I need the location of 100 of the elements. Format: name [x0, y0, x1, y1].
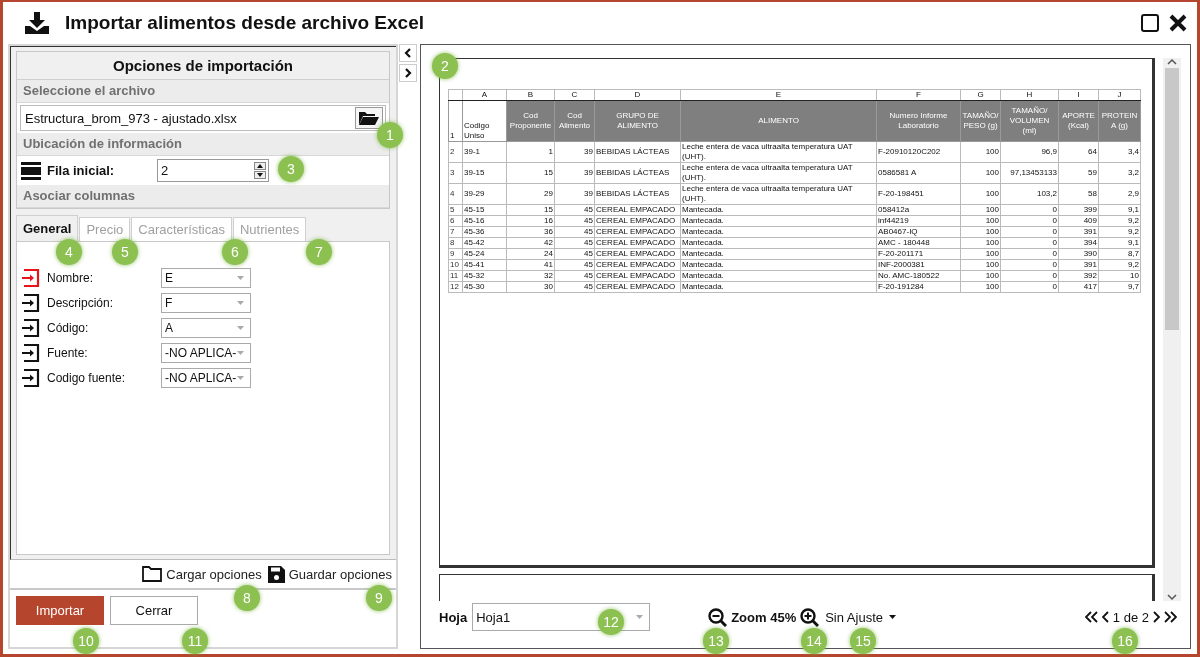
table-cell: 390 — [1058, 248, 1099, 260]
caret-icon — [237, 301, 244, 305]
table-cell: CEREAL EMPACADO — [594, 226, 681, 238]
row-number: 9 — [448, 248, 463, 260]
close-button[interactable]: Cerrar — [110, 596, 198, 625]
table-cell: 39-1 — [462, 141, 507, 163]
table-cell: 0 — [1000, 215, 1059, 227]
table-cell: 1 — [506, 141, 555, 163]
spin-up-icon[interactable] — [254, 162, 266, 170]
step-marker: 14 — [801, 628, 827, 654]
scrollbar-thumb[interactable] — [1165, 68, 1179, 330]
rows-icon — [21, 161, 41, 180]
zoom-out-icon[interactable] — [708, 607, 728, 627]
column-letter: C — [554, 89, 595, 101]
table-cell: CEREAL EMPACADO — [594, 281, 681, 293]
zoom-in-icon[interactable] — [800, 607, 820, 627]
row-number: 12 — [448, 281, 463, 293]
expand-button[interactable] — [399, 64, 417, 82]
table-cell: 0 — [1000, 226, 1059, 238]
table-cell: CEREAL EMPACADO — [594, 204, 681, 216]
last-page-icon[interactable] — [1163, 611, 1177, 623]
chevron-right-icon — [404, 68, 412, 78]
load-options-link[interactable]: Cargar opciones — [142, 566, 262, 582]
table-cell: 417 — [1058, 281, 1099, 293]
step-marker: 12 — [598, 609, 624, 635]
column-dropdown[interactable]: A — [161, 318, 251, 338]
table-cell: CEREAL EMPACADO — [594, 270, 681, 282]
tab[interactable]: General — [16, 215, 79, 241]
step-marker: 13 — [703, 628, 729, 654]
column-letter: D — [594, 89, 681, 101]
collapse-button[interactable] — [399, 44, 417, 62]
table-cell: AMC - 180448 — [876, 237, 961, 249]
table-cell: 45 — [554, 281, 595, 293]
column-letter: B — [506, 89, 555, 101]
table-cell: Mantecada. — [680, 237, 877, 249]
table-cell: 0 — [1000, 259, 1059, 271]
section-header: Seleccione el archivo — [17, 80, 389, 103]
chevron-left-icon — [404, 48, 412, 58]
table-cell: 100 — [960, 226, 1001, 238]
table-cell: 392 — [1058, 270, 1099, 282]
table-cell: 39-15 — [462, 162, 507, 184]
previous-page-icon[interactable] — [1101, 611, 1110, 623]
next-page-icon[interactable] — [1152, 611, 1160, 623]
table-cell: 409 — [1058, 215, 1099, 227]
column-dropdown[interactable]: E — [161, 268, 251, 288]
table-cell: 100 — [960, 204, 1001, 216]
import-button[interactable]: Importar — [16, 596, 104, 625]
table-cell: 45-30 — [462, 281, 507, 293]
table-cell: Mantecada. — [680, 248, 877, 260]
close-icon[interactable] — [1169, 14, 1187, 32]
table-cell: F-20910120C202 — [876, 141, 961, 163]
table-cell: 36 — [506, 226, 555, 238]
table-cell: 100 — [960, 248, 1001, 260]
table-cell: 0586581 A — [876, 162, 961, 184]
table-cell: 9,1 — [1098, 237, 1141, 249]
table-cell: CEREAL EMPACADO — [594, 248, 681, 260]
table-cell: Mantecada. — [680, 281, 877, 293]
file-field[interactable]: Estructura_brom_973 - ajustado.xlsx — [20, 105, 386, 131]
column-dropdown[interactable]: -NO APLICA- — [161, 343, 251, 363]
column-dropdown[interactable]: F — [161, 293, 251, 313]
step-marker: 2 — [432, 53, 458, 79]
field-label: Fila inicial: — [47, 163, 116, 178]
fit-dropdown[interactable]: Sin Ajuste — [825, 609, 896, 625]
scroll-up-icon[interactable] — [1167, 58, 1177, 66]
table-cell: Mantecada. — [680, 259, 877, 271]
number-field[interactable]: 2 — [157, 159, 269, 182]
table-cell: 10 — [1098, 270, 1141, 282]
table-cell: 64 — [1058, 141, 1099, 163]
table-cell: 45-15 — [462, 204, 507, 216]
table-cell: 30 — [506, 281, 555, 293]
caret-icon — [636, 615, 644, 619]
table-cell: 41 — [506, 259, 555, 271]
save-options-link[interactable]: Guardar opciones — [267, 565, 392, 583]
maximize-icon[interactable] — [1141, 14, 1159, 32]
header-cell: ALIMENTO — [680, 100, 877, 142]
browse-button[interactable] — [355, 107, 383, 129]
window-title: Importar alimentos desde archivo Excel — [65, 12, 425, 34]
spin-down-icon[interactable] — [254, 171, 266, 179]
row-number: 2 — [448, 141, 463, 163]
table-cell: 058412a — [876, 204, 961, 216]
table-cell: 39 — [554, 162, 595, 184]
table-cell: 45 — [554, 259, 595, 271]
table-cell: 45-36 — [462, 226, 507, 238]
field-label: Código: — [47, 321, 90, 335]
scroll-down-icon[interactable] — [1167, 593, 1177, 601]
table-cell: 29 — [506, 183, 555, 205]
table-cell: 45-41 — [462, 259, 507, 271]
column-letter: A — [462, 89, 507, 101]
table-cell: 9,2 — [1098, 259, 1141, 271]
column-letter: F — [876, 89, 961, 101]
field-label: Fuente: — [47, 346, 89, 360]
caret-icon — [237, 276, 244, 280]
column-dropdown[interactable]: -NO APLICA- — [161, 368, 251, 388]
page-indicator: 1 de 2 — [1112, 609, 1149, 625]
row-number: 4 — [448, 183, 463, 205]
table-cell: inf44219 — [876, 215, 961, 227]
header-cell: Cod Proponente — [506, 100, 555, 142]
table-cell: Mantecada. — [680, 226, 877, 238]
caret-icon — [237, 351, 244, 355]
first-page-icon[interactable] — [1084, 611, 1099, 623]
